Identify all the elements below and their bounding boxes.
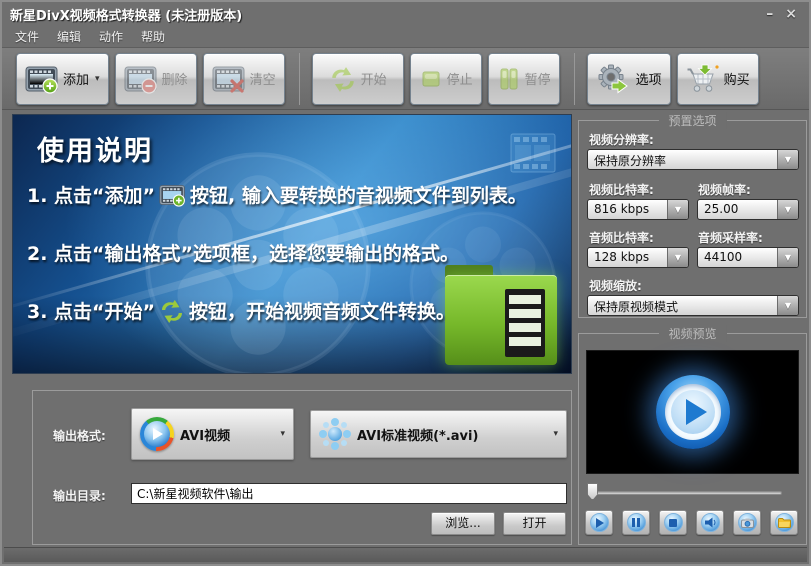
menu-bar: 文件 编辑 动作 帮助 — [2, 26, 809, 46]
output-dir-input[interactable] — [131, 483, 567, 504]
dropdown-arrow-icon[interactable]: ▼ — [777, 248, 798, 267]
close-button[interactable]: × — [785, 7, 797, 21]
seek-slider-thumb[interactable] — [587, 483, 598, 500]
delete-button-label: 删除 — [162, 69, 188, 88]
banner-title: 使用说明 — [37, 129, 153, 168]
menu-item-action[interactable]: 动作 — [90, 26, 132, 46]
browse-button[interactable]: 浏览... — [431, 512, 495, 535]
output-dir-label: 输出目录: — [53, 487, 106, 504]
video-scale-label: 视频缩放: — [589, 277, 642, 294]
clear-button[interactable]: 清空 — [203, 53, 285, 105]
instruction-step-2: 2. 点击“输出格式”选项框，选择您要输出的格式。 — [27, 239, 459, 266]
video-bitrate-label: 视频比特率: — [589, 181, 654, 198]
play-logo-icon — [656, 375, 730, 449]
preset-options-group: 预置选项 视频分辨率: 保持原分辨率 ▼ 视频比特率: 视频帧率: 816 kb… — [578, 120, 807, 318]
preview-pause-button[interactable] — [622, 510, 650, 535]
folder-icon — [775, 513, 794, 532]
buy-button-label: 购买 — [724, 69, 750, 88]
preview-open-folder-button[interactable] — [770, 510, 798, 535]
status-bar — [4, 547, 807, 562]
dropdown-arrow-icon[interactable]: ▼ — [667, 200, 688, 219]
stop-button[interactable]: 停止 — [410, 53, 482, 105]
camera-icon — [738, 513, 757, 532]
stop-convert-icon — [419, 67, 443, 91]
film-delete-icon — [124, 64, 158, 94]
video-bitrate-select[interactable]: 816 kbps ▼ — [587, 199, 689, 220]
buy-button[interactable]: 购买 — [677, 53, 759, 105]
options-button[interactable]: 选项 — [587, 53, 671, 105]
pause-convert-icon — [497, 66, 521, 92]
toolbar-separator — [299, 53, 300, 105]
start-button[interactable]: 开始 — [312, 53, 404, 105]
title-bar: 新星DivX视频格式转换器 (未注册版本) – × — [2, 2, 809, 26]
preview-play-button[interactable] — [585, 510, 613, 535]
stop-icon — [664, 513, 683, 532]
start-convert-icon — [159, 299, 185, 323]
window-controls: – × — [766, 7, 801, 21]
dropdown-arrow-icon[interactable]: ▼ — [667, 248, 688, 267]
minimize-button[interactable]: – — [766, 7, 773, 21]
open-button[interactable]: 打开 — [503, 512, 566, 535]
seek-slider-track[interactable] — [588, 491, 782, 495]
pause-button-label: 暂停 — [525, 69, 551, 88]
add-button-label: 添加 — [63, 69, 89, 88]
video-preview-group: 视频预览 — [578, 333, 807, 545]
menu-item-file[interactable]: 文件 — [6, 26, 48, 46]
speaker-icon — [701, 513, 720, 532]
audio-bitrate-select[interactable]: 128 kbps ▼ — [587, 247, 689, 268]
molecule-icon — [319, 418, 351, 450]
instructions-banner: 使用说明 1. 点击“添加” 按钮, 输入要转换的音视频文件到列表。 2. 点击… — [12, 114, 572, 374]
toolbar: 添加 ▾ 删除 清空 — [2, 47, 809, 110]
video-resolution-label: 视频分辨率: — [589, 131, 654, 148]
green-folder-graphic — [445, 265, 557, 365]
dropdown-arrow-icon[interactable]: ▼ — [777, 200, 798, 219]
video-resolution-select[interactable]: 保持原分辨率 ▼ — [587, 149, 799, 170]
start-convert-icon — [329, 66, 357, 92]
film-add-icon — [25, 64, 59, 94]
menu-item-edit[interactable]: 编辑 — [48, 26, 90, 46]
dropdown-caret-icon[interactable]: ▾ — [280, 429, 285, 439]
video-scale-select[interactable]: 保持原视频模式 ▼ — [587, 295, 799, 316]
output-settings-group: 输出格式: AVI视频 ▾ AVI标准视频(*.avi) ▾ 输出目录: 浏览.… — [32, 390, 572, 545]
clear-button-label: 清空 — [250, 69, 276, 88]
instruction-step-3: 3. 点击“开始” 按钮，开始视频音频文件转换。 — [27, 297, 455, 324]
delete-button[interactable]: 删除 — [115, 53, 197, 105]
video-preview-title: 视频预览 — [658, 325, 726, 342]
preview-stop-button[interactable] — [659, 510, 687, 535]
dropdown-arrow-icon[interactable]: ▼ — [777, 150, 798, 169]
film-clear-icon — [212, 64, 246, 94]
preview-snapshot-button[interactable] — [733, 510, 761, 535]
audio-samplerate-label: 音频采样率: — [698, 229, 763, 246]
window-title: 新星DivX视频格式转换器 (未注册版本) — [10, 5, 242, 24]
dropdown-arrow-icon[interactable]: ▼ — [777, 296, 798, 315]
audio-bitrate-label: 音频比特率: — [589, 229, 654, 246]
video-preview-screen — [586, 350, 799, 474]
play-icon — [590, 513, 609, 532]
dropdown-caret-icon[interactable]: ▾ — [553, 429, 558, 439]
audio-samplerate-select[interactable]: 44100 ▼ — [697, 247, 799, 268]
output-format-profile-select[interactable]: AVI标准视频(*.avi) ▾ — [310, 410, 567, 458]
cart-icon — [686, 64, 720, 94]
pause-button[interactable]: 暂停 — [488, 53, 560, 105]
gear-icon — [596, 64, 632, 94]
pause-icon — [627, 513, 646, 532]
film-add-icon — [159, 183, 186, 207]
stop-button-label: 停止 — [447, 69, 473, 88]
options-button-label: 选项 — [636, 69, 662, 88]
preset-options-title: 预置选项 — [658, 112, 726, 129]
add-dropdown-caret-icon[interactable]: ▾ — [95, 74, 100, 84]
preview-mute-button[interactable] — [696, 510, 724, 535]
app-window: 新星DivX视频格式转换器 (未注册版本) – × 文件 编辑 动作 帮助 — [0, 0, 811, 566]
output-format-category-select[interactable]: AVI视频 ▾ — [131, 408, 294, 460]
menu-item-help[interactable]: 帮助 — [132, 26, 174, 46]
toolbar-separator — [574, 53, 575, 105]
media-player-icon — [140, 417, 174, 451]
video-framerate-label: 视频帧率: — [698, 181, 751, 198]
video-framerate-select[interactable]: 25.00 ▼ — [697, 199, 799, 220]
start-button-label: 开始 — [361, 69, 387, 88]
instruction-step-1: 1. 点击“添加” 按钮, 输入要转换的音视频文件到列表。 — [27, 181, 527, 208]
add-button[interactable]: 添加 ▾ — [16, 53, 109, 105]
output-format-label: 输出格式: — [53, 427, 106, 444]
